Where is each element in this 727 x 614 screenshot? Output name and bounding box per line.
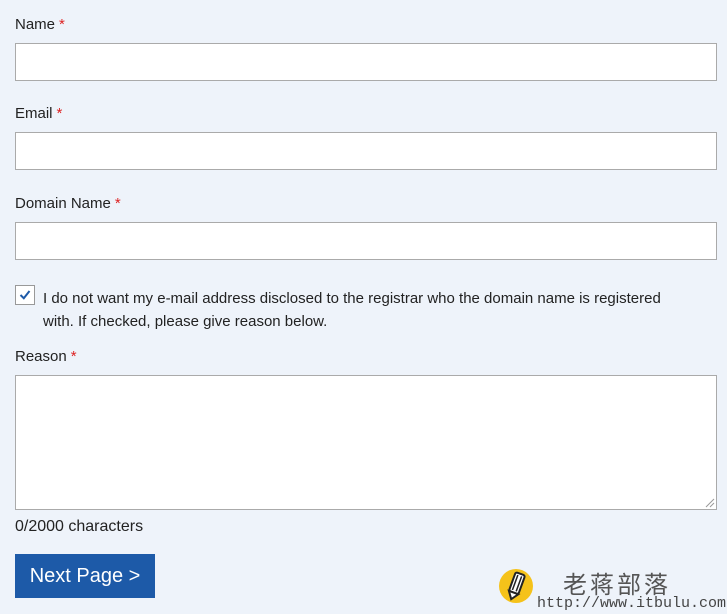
- required-asterisk: *: [70, 348, 77, 365]
- required-asterisk: *: [56, 105, 63, 122]
- email-label-text: Email: [15, 105, 53, 122]
- name-label-text: Name: [15, 16, 56, 33]
- reason-textarea[interactable]: [15, 375, 717, 510]
- disclose-checkbox-label: I do not want my e-mail address disclose…: [43, 290, 661, 330]
- checkmark-icon: [19, 290, 31, 300]
- domain-name-label: Domain Name *: [15, 195, 121, 213]
- required-asterisk: *: [114, 195, 121, 212]
- watermark: 老蒋部落 http://www.itbulu.com: [497, 565, 726, 614]
- watermark-url: http://www.itbulu.com: [537, 595, 727, 612]
- required-asterisk: *: [59, 16, 65, 33]
- reason-label-text: Reason: [15, 348, 67, 365]
- email-label: Email *: [15, 105, 62, 123]
- email-input[interactable]: [15, 132, 717, 170]
- disclose-checkbox[interactable]: [15, 285, 35, 305]
- next-page-button[interactable]: Next Page >: [15, 554, 155, 598]
- name-label: Name *: [15, 16, 65, 34]
- name-input[interactable]: [15, 43, 717, 81]
- domain-name-input[interactable]: [15, 222, 717, 260]
- reason-label: Reason *: [15, 348, 77, 366]
- resize-handle-icon[interactable]: [703, 496, 715, 508]
- domain-name-label-text: Domain Name: [15, 195, 111, 212]
- character-counter: 0/2000 characters: [15, 518, 144, 535]
- pencil-logo-icon: [499, 569, 533, 603]
